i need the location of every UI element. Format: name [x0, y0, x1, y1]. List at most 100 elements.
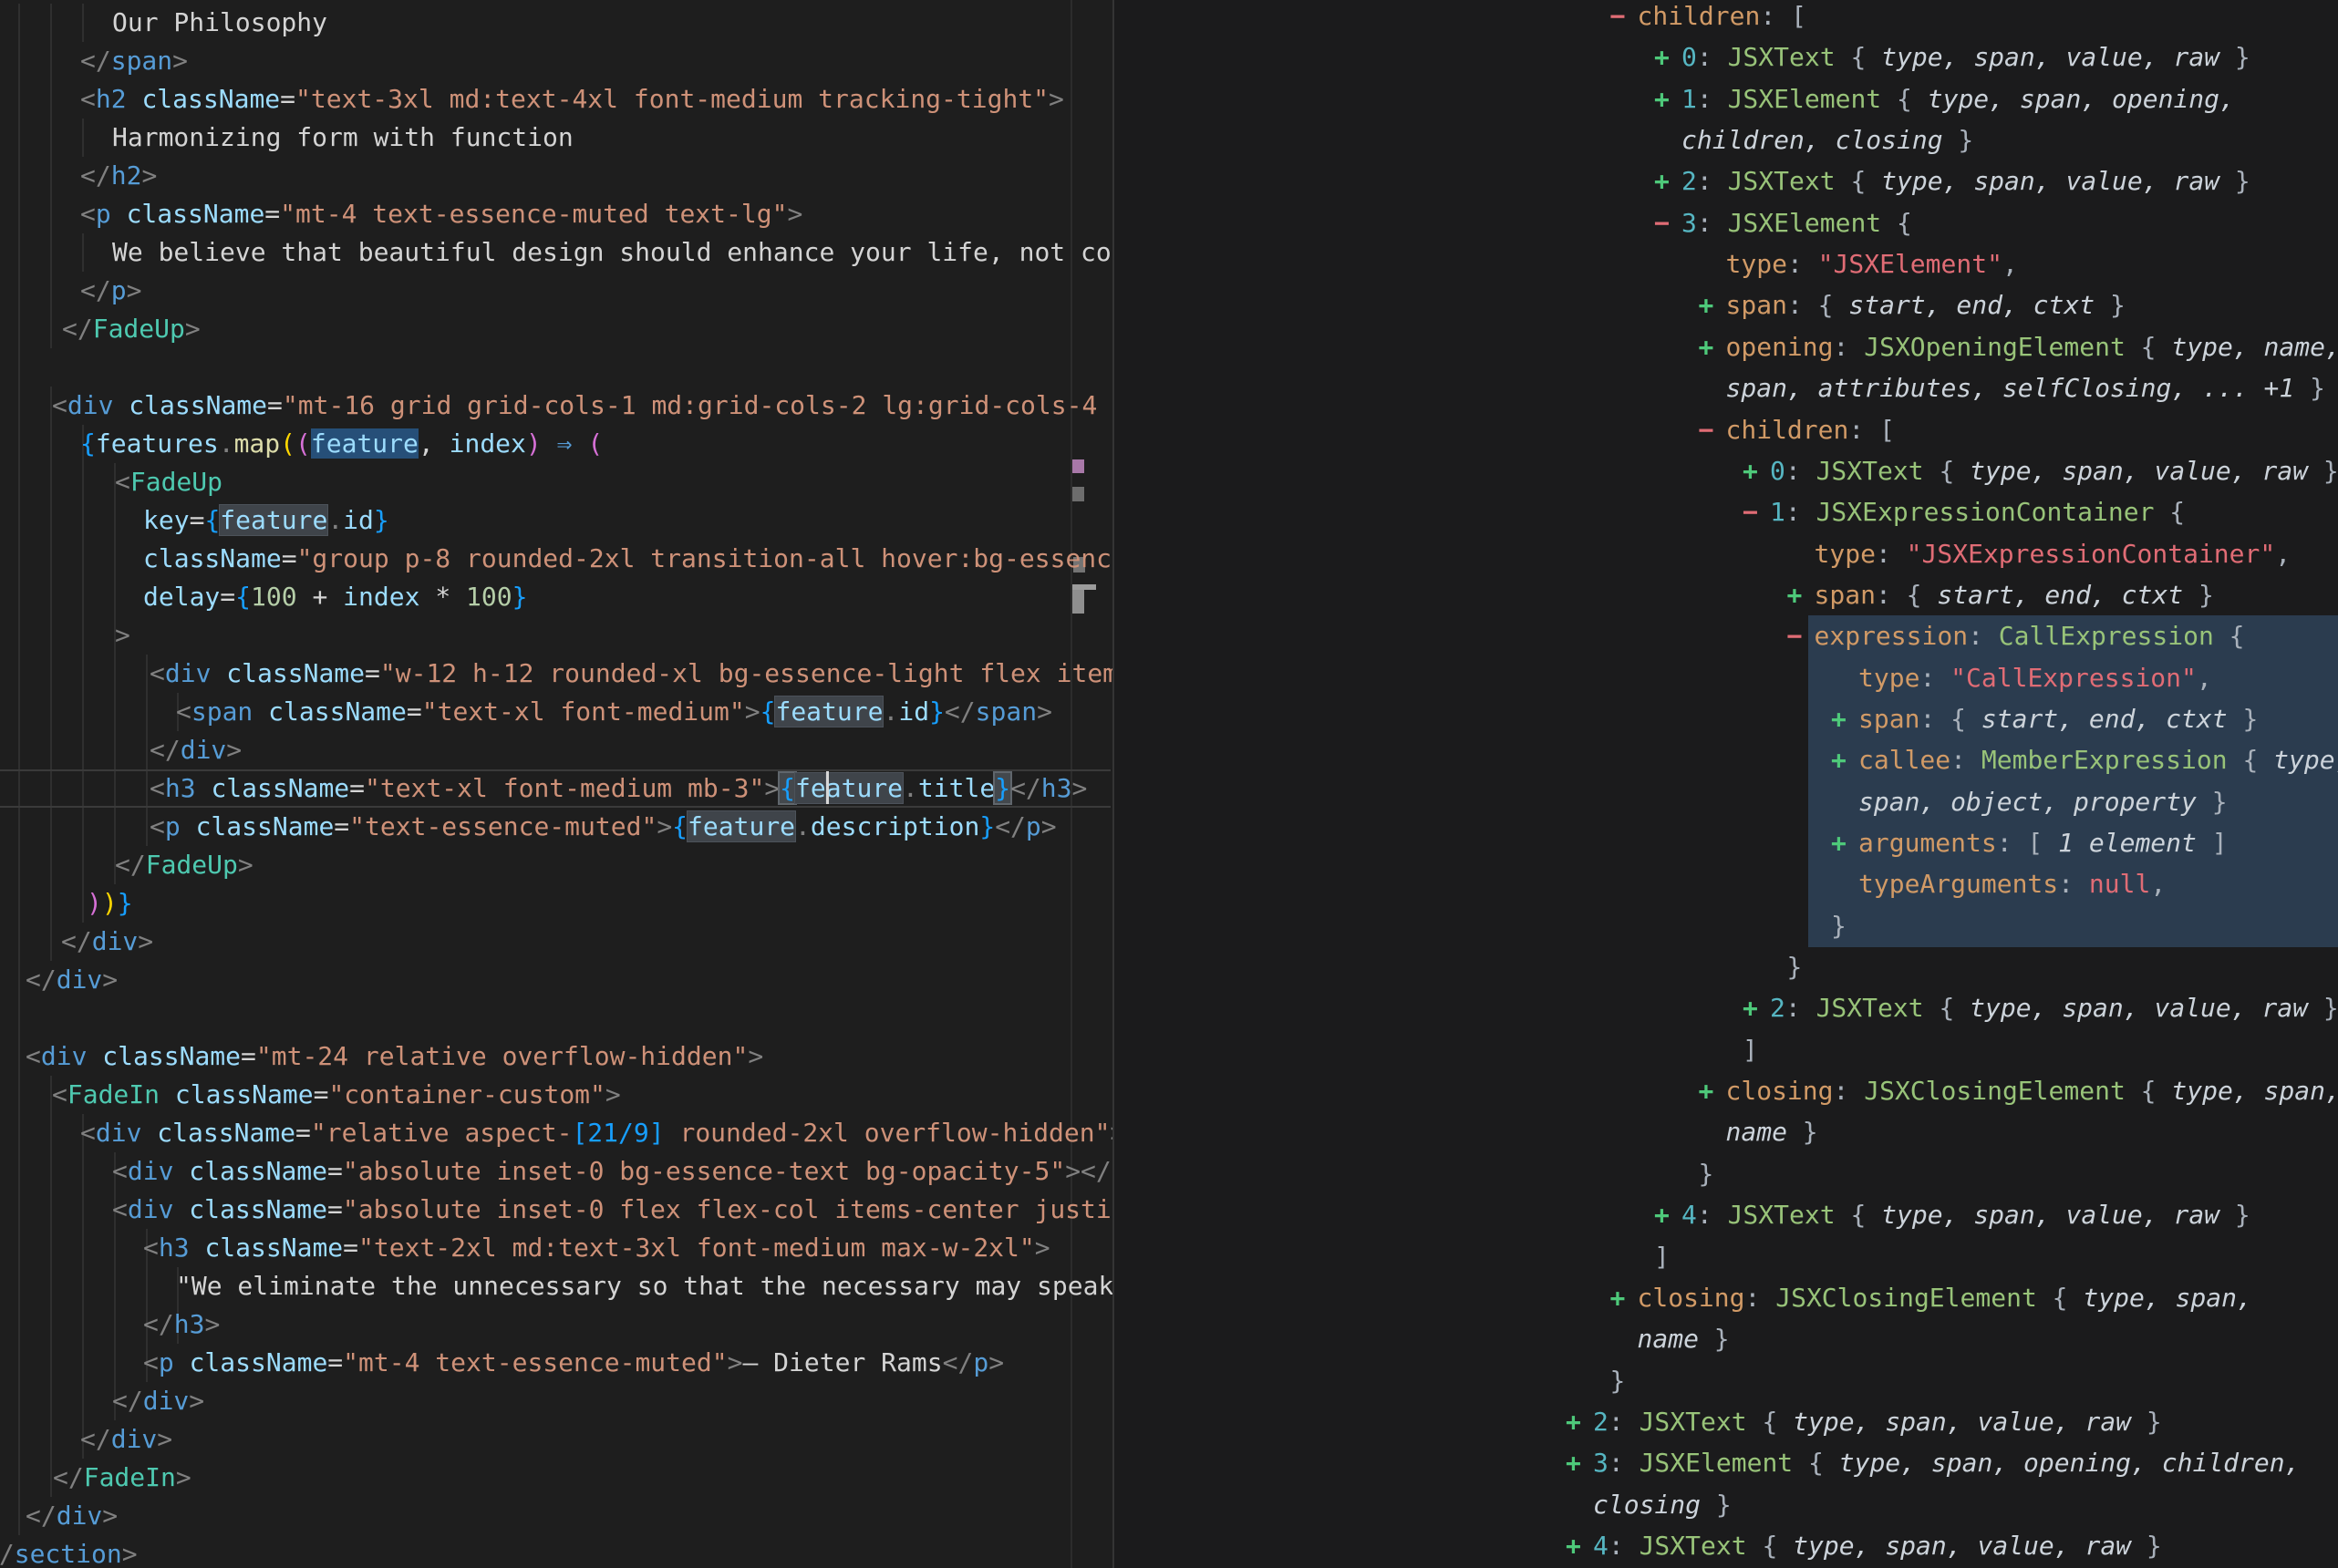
- ast-row[interactable]: +0: JSXText { type, span, value, raw }: [1114, 450, 2338, 492]
- code-line[interactable]: <div className="w-12 h-12 rounded-xl bg-…: [150, 655, 1112, 693]
- code-line[interactable]: delay={100 + index * 100}: [143, 578, 527, 616]
- expand-icon[interactable]: +: [1699, 1070, 1714, 1111]
- ast-row[interactable]: +span: { start, end, ctxt }: [1114, 698, 2338, 740]
- code-line[interactable]: <FadeUp: [115, 463, 222, 501]
- collapse-icon[interactable]: −: [1699, 409, 1714, 450]
- collapse-icon[interactable]: −: [1743, 491, 1758, 532]
- ast-row[interactable]: }: [1114, 1360, 2338, 1402]
- code-line[interactable]: We believe that beautiful design should …: [112, 233, 1112, 272]
- ast-row[interactable]: closing }: [1114, 1484, 2338, 1526]
- expand-icon[interactable]: +: [1743, 987, 1758, 1028]
- code-line[interactable]: </section>: [0, 1535, 138, 1568]
- ast-row[interactable]: +0: JSXText { type, span, value, raw }: [1114, 36, 2338, 78]
- ast-row[interactable]: type: "JSXExpressionContainer",: [1114, 533, 2338, 575]
- collapse-icon[interactable]: −: [1654, 202, 1670, 243]
- code-line[interactable]: key={feature.id}: [143, 501, 389, 540]
- code-line[interactable]: </FadeIn>: [53, 1459, 191, 1497]
- code-line[interactable]: </span>: [80, 42, 188, 80]
- ast-row[interactable]: +span: { start, end, ctxt }: [1114, 284, 2338, 326]
- ast-row[interactable]: +span: { start, end, ctxt }: [1114, 574, 2338, 616]
- ast-row[interactable]: +closing: JSXClosingElement { type, span…: [1114, 1070, 2338, 1112]
- code-line[interactable]: </p>: [80, 272, 141, 310]
- expand-icon[interactable]: +: [1743, 450, 1758, 491]
- ast-row[interactable]: typeArguments: null,: [1114, 863, 2338, 905]
- code-line[interactable]: </h3>: [143, 1305, 220, 1344]
- ast-row[interactable]: ]: [1114, 1236, 2338, 1278]
- expand-icon[interactable]: +: [1699, 284, 1714, 325]
- expand-icon[interactable]: +: [1654, 36, 1670, 77]
- code-line[interactable]: </div>: [26, 961, 118, 999]
- ast-row[interactable]: }: [1114, 905, 2338, 947]
- ast-row[interactable]: type: "CallExpression",: [1114, 657, 2338, 699]
- code-line[interactable]: <div className="absolute inset-0 flex fl…: [112, 1191, 1112, 1229]
- code-line[interactable]: <h3 className="text-2xl md:text-3xl font…: [143, 1229, 1050, 1267]
- code-line[interactable]: </div>: [26, 1497, 118, 1535]
- expand-icon[interactable]: +: [1654, 78, 1670, 119]
- code-line[interactable]: {features.map((feature, index) ⇒ (: [80, 425, 603, 463]
- code-line[interactable]: </FadeUp>: [115, 846, 253, 884]
- code-line[interactable]: <div className="mt-16 grid grid-cols-1 m…: [52, 387, 1112, 425]
- code-line[interactable]: <h2 className="text-3xl md:text-4xl font…: [80, 80, 1064, 119]
- expand-icon[interactable]: +: [1831, 698, 1847, 739]
- ast-row[interactable]: −1: JSXExpressionContainer {: [1114, 491, 2338, 533]
- collapse-icon[interactable]: −: [1610, 0, 1626, 36]
- code-line[interactable]: <p className="text-essence-muted">{featu…: [150, 808, 1057, 846]
- editor-pane[interactable]: Our Philosophy</span><h2 className="text…: [0, 0, 1112, 1568]
- code-line[interactable]: <span className="text-xl font-medium">{f…: [176, 693, 1052, 731]
- expand-icon[interactable]: +: [1654, 160, 1670, 201]
- expand-icon[interactable]: +: [1566, 1442, 1581, 1483]
- expand-icon[interactable]: +: [1566, 1401, 1581, 1442]
- ast-row[interactable]: children, closing }: [1114, 119, 2338, 161]
- ast-row[interactable]: −children: [: [1114, 409, 2338, 451]
- ast-row[interactable]: +callee: MemberExpression { type,: [1114, 739, 2338, 781]
- code-line[interactable]: <h3 className="text-xl font-medium mb-3"…: [150, 769, 1087, 808]
- ast-row[interactable]: +4: JSXText { type, span, value, raw }: [1114, 1194, 2338, 1236]
- expand-icon[interactable]: +: [1699, 326, 1714, 367]
- ast-row[interactable]: +arguments: [ 1 element ]: [1114, 822, 2338, 864]
- expand-icon[interactable]: +: [1610, 1277, 1626, 1318]
- code-line[interactable]: </div>: [61, 923, 153, 961]
- ast-row[interactable]: +1: JSXElement { type, span, opening,: [1114, 78, 2338, 120]
- ast-row[interactable]: +4: JSXText { type, span, value, raw }: [1114, 1525, 2338, 1567]
- expand-icon[interactable]: +: [1831, 739, 1847, 780]
- expand-icon[interactable]: +: [1654, 1194, 1670, 1235]
- collapse-icon[interactable]: −: [1787, 615, 1803, 656]
- code-line[interactable]: <p className="mt-4 text-essence-muted">—…: [143, 1344, 1004, 1382]
- code-line[interactable]: <div className="absolute inset-0 bg-esse…: [112, 1152, 1112, 1191]
- code-line[interactable]: >: [115, 616, 130, 655]
- ast-row[interactable]: type: "JSXElement",: [1114, 243, 2338, 285]
- code-line[interactable]: <div className="relative aspect-[21/9] r…: [80, 1114, 1112, 1152]
- expand-icon[interactable]: +: [1831, 822, 1847, 863]
- ast-row[interactable]: +opening: JSXOpeningElement { type, name…: [1114, 326, 2338, 368]
- code-line[interactable]: Harmonizing form with function: [112, 119, 574, 157]
- ast-row[interactable]: name }: [1114, 1111, 2338, 1153]
- ast-row[interactable]: −children: [: [1114, 0, 2338, 37]
- code-line[interactable]: </h2>: [80, 157, 157, 195]
- code-line[interactable]: <div className="mt-24 relative overflow-…: [26, 1037, 763, 1076]
- ast-row[interactable]: }: [1114, 1153, 2338, 1195]
- code-line[interactable]: <p className="mt-4 text-essence-muted te…: [80, 195, 802, 233]
- expand-icon[interactable]: +: [1566, 1525, 1581, 1566]
- code-line[interactable]: </FadeUp>: [62, 310, 201, 348]
- code-line[interactable]: </div>: [112, 1382, 204, 1420]
- code-line[interactable]: Our Philosophy: [112, 4, 327, 42]
- code-line[interactable]: </div>: [80, 1420, 172, 1459]
- expand-icon[interactable]: +: [1787, 574, 1803, 615]
- code-line[interactable]: </div>: [150, 731, 242, 769]
- code-line[interactable]: "We eliminate the unnecessary so that th…: [176, 1267, 1112, 1305]
- ast-row[interactable]: +2: JSXText { type, span, value, raw }: [1114, 1401, 2338, 1443]
- ast-row[interactable]: }: [1114, 946, 2338, 988]
- ast-row[interactable]: span, attributes, selfClosing, ... +1 }: [1114, 367, 2338, 409]
- ast-row[interactable]: −3: JSXElement {: [1114, 202, 2338, 244]
- ast-row[interactable]: name }: [1114, 1318, 2338, 1360]
- code-line[interactable]: <FadeIn className="container-custom">: [52, 1076, 621, 1114]
- code-line[interactable]: className="group p-8 rounded-2xl transit…: [143, 540, 1112, 578]
- ast-tree-pane[interactable]: −children: [+0: JSXText { type, span, va…: [1114, 0, 2338, 1568]
- ast-row[interactable]: ]: [1114, 1029, 2338, 1071]
- code-line[interactable]: ))}: [87, 884, 133, 923]
- ast-row[interactable]: span, object, property }: [1114, 781, 2338, 823]
- ast-row[interactable]: +3: JSXElement { type, span, opening, ch…: [1114, 1442, 2338, 1484]
- ast-row[interactable]: +closing: JSXClosingElement { type, span…: [1114, 1277, 2338, 1319]
- ast-row[interactable]: +2: JSXText { type, span, value, raw }: [1114, 160, 2338, 202]
- ast-row[interactable]: +2: JSXText { type, span, value, raw }: [1114, 987, 2338, 1029]
